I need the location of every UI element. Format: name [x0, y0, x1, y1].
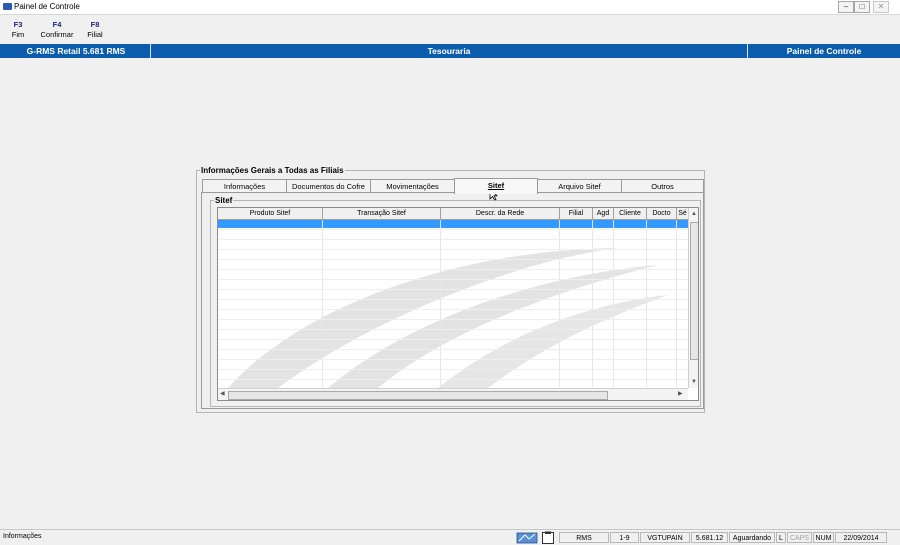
group-title: Informações Gerais a Todas as Filiais — [200, 166, 345, 175]
fkey-label: Confirmar — [40, 30, 74, 39]
grid-row-line — [218, 259, 688, 260]
grid-row-line — [218, 229, 688, 230]
status-field-caps: CAPS — [787, 532, 812, 543]
sitef-group-title: Sitef — [214, 196, 234, 205]
status-field-version: 5.681.12 — [691, 532, 728, 543]
fkey-confirmar-button[interactable]: F4 Confirmar — [38, 20, 76, 40]
grid-row-line — [218, 339, 688, 340]
tab-sitef-label: Sitef — [487, 181, 505, 190]
status-field-range: 1-9 — [610, 532, 639, 543]
network-icon — [516, 532, 538, 544]
fkey-code: F4 — [52, 20, 62, 29]
grid-column-line — [676, 220, 677, 387]
grid-column-line — [559, 220, 560, 387]
scroll-up-icon[interactable]: ▲ — [691, 210, 697, 218]
status-field-system: RMS — [559, 532, 609, 543]
selected-row[interactable] — [218, 220, 688, 228]
grid-column-line — [646, 220, 647, 387]
grid-column-line — [613, 220, 614, 387]
grid-row-line — [218, 329, 688, 330]
grid-row-line — [218, 249, 688, 250]
close-button[interactable]: ✕ — [873, 1, 889, 13]
tab-movimentacoes[interactable]: Movimentações — [370, 179, 455, 193]
grid-row-line — [218, 279, 688, 280]
grid-row-line — [218, 299, 688, 300]
column-header[interactable]: Transação Sitef — [323, 208, 441, 219]
window-titlebar: Painel de Controle – □ ✕ — [0, 0, 900, 15]
status-field-l: L — [776, 532, 786, 543]
tab-sitef[interactable]: Sitef — [454, 178, 538, 194]
scroll-left-icon[interactable]: ◀ — [220, 390, 225, 398]
column-header[interactable]: Agd — [593, 208, 614, 219]
horizontal-scrollbar[interactable]: ◀ ▶ — [218, 388, 688, 400]
grid-row-line — [218, 349, 688, 350]
tab-arquivo-sitef[interactable]: Arquivo Sitef — [537, 179, 622, 193]
column-header[interactable]: Produto Sitef — [218, 208, 323, 219]
tab-informacoes[interactable]: Informações — [202, 179, 287, 193]
grid-row-line — [218, 239, 688, 240]
horizontal-scroll-thumb[interactable] — [228, 391, 608, 400]
tab-documentos-do-cofre[interactable]: Documentos do Cofre — [286, 179, 371, 193]
vertical-scrollbar[interactable]: ▲ ▼ — [688, 208, 698, 388]
app-icon — [3, 3, 12, 10]
fkey-label: Fim — [11, 30, 25, 39]
maximize-button[interactable]: □ — [854, 1, 870, 13]
window-title: Painel de Controle — [14, 2, 80, 11]
sitef-grid[interactable]: Produto Sitef Transação Sitef Descr. da … — [217, 207, 699, 401]
column-header[interactable]: Descr. da Rede — [441, 208, 560, 219]
grid-row-line — [218, 269, 688, 270]
product-name: G-RMS Retail 5.681 RMS — [26, 46, 126, 56]
app-header-bar: G-RMS Retail 5.681 RMS Tesouraria Painel… — [0, 44, 900, 58]
grid-column-line — [440, 220, 441, 387]
fkey-code: F3 — [13, 20, 23, 29]
grid-row-line — [218, 309, 688, 310]
column-header[interactable]: Filial — [560, 208, 593, 219]
clipboard-icon — [542, 531, 554, 544]
status-field-date: 22/09/2014 — [835, 532, 887, 543]
fkey-label: Filial — [87, 30, 103, 39]
grid-row-line — [218, 369, 688, 370]
column-header[interactable]: Cliente — [614, 208, 647, 219]
background-watermark-icon — [228, 248, 668, 388]
grid-column-line — [592, 220, 593, 387]
scroll-down-icon[interactable]: ▼ — [691, 378, 697, 386]
status-field-state: Aguardando — [729, 532, 775, 543]
grid-row-line — [218, 359, 688, 360]
fkey-fim-button[interactable]: F3 Fim — [6, 20, 30, 40]
grid-row-line — [218, 289, 688, 290]
column-header[interactable]: Sé — [677, 208, 688, 219]
scroll-right-icon[interactable]: ▶ — [678, 390, 683, 398]
grid-column-line — [322, 220, 323, 387]
fkey-code: F8 — [90, 20, 100, 29]
status-message: Informações — [3, 533, 42, 540]
vertical-scroll-thumb[interactable] — [690, 222, 698, 360]
column-header[interactable]: Docto — [647, 208, 677, 219]
status-bar: Informações RMS 1-9 VGTUPAIN 5.681.12 Ag… — [0, 529, 900, 545]
screen-name: Painel de Controle — [786, 46, 862, 56]
minimize-button[interactable]: – — [838, 1, 854, 13]
grid-row-line — [218, 319, 688, 320]
module-name: Tesouraria — [427, 46, 471, 56]
status-field-user: VGTUPAIN — [640, 532, 690, 543]
tab-outros[interactable]: Outros — [621, 179, 704, 193]
grid-row-line — [218, 379, 688, 380]
grid-header: Produto Sitef Transação Sitef Descr. da … — [218, 208, 688, 220]
fkey-filial-button[interactable]: F8 Filial — [84, 20, 106, 40]
status-field-num: NUM — [813, 532, 834, 543]
